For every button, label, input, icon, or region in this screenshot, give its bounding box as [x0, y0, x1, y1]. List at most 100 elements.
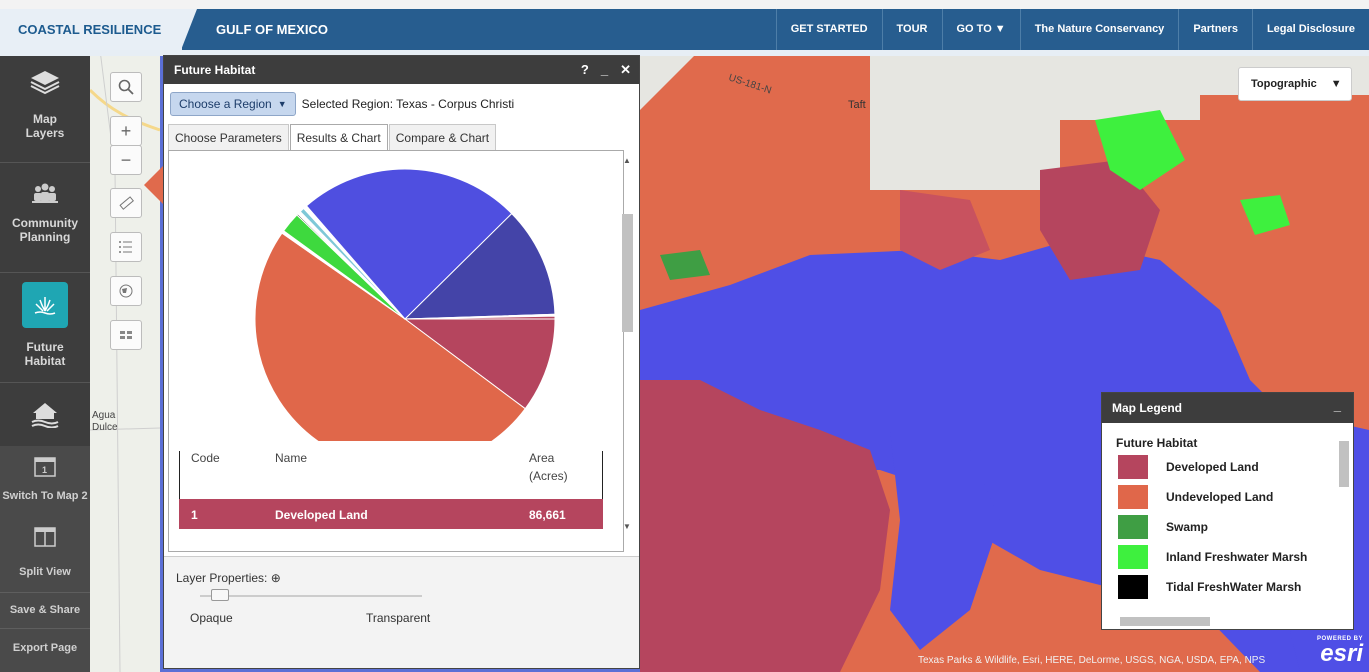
row-code: 1 — [191, 508, 198, 522]
scroll-down-icon[interactable]: ▼ — [623, 522, 631, 531]
tab-choose-parameters[interactable]: Choose Parameters — [168, 124, 289, 150]
legend-minimize-button[interactable]: _ — [1334, 391, 1341, 421]
legend-item: Inland Freshwater Marsh — [1118, 545, 1307, 569]
nav-get-started[interactable]: GET STARTED — [775, 9, 882, 50]
chevron-down-icon: ▼ — [277, 99, 287, 109]
legend-item: Undeveloped Land — [1118, 485, 1273, 509]
nav-partners[interactable]: Partners — [1178, 9, 1252, 50]
legend-item: Tidal FreshWater Marsh — [1118, 575, 1301, 599]
choose-region-dropdown[interactable]: Choose a Region ▼ — [170, 92, 296, 116]
zoom-out-button[interactable]: − — [110, 145, 142, 175]
region-selector: Choose a Region ▼ Selected Region: Texas… — [170, 92, 514, 116]
legend-horizontal-scrollbar[interactable] — [1106, 615, 1338, 627]
table-row[interactable]: 1 Developed Land 86,661 — [179, 499, 603, 529]
legend-item-label: Swamp — [1166, 520, 1209, 534]
save-share-button[interactable]: Save & Share — [0, 604, 90, 616]
map-place-label: Agua — [92, 410, 116, 421]
sidebar-divider — [0, 628, 90, 629]
basemap-select-label: Topographic — [1251, 78, 1317, 90]
sidebar-tool-label: Export Page — [12, 642, 78, 654]
sidebar-divider — [0, 272, 90, 273]
legend-hscroll-thumb[interactable] — [1120, 617, 1210, 626]
table-header-code: Code — [191, 451, 220, 465]
split-view-button[interactable]: Split View — [0, 526, 90, 578]
habitat-pie-chart — [254, 168, 556, 441]
sidebar-item-label: Layers — [25, 126, 65, 140]
table-header-name: Name — [275, 451, 308, 465]
sidebar-item-label: Planning — [19, 230, 71, 244]
house-flood-icon — [31, 403, 59, 428]
scroll-thumb[interactable] — [622, 214, 633, 332]
region-title[interactable]: GULF OF MEXICO — [216, 9, 328, 50]
sidebar-divider — [0, 162, 90, 163]
legend-scroll-thumb[interactable] — [1339, 441, 1349, 487]
table-header-area-unit: (Acres) — [529, 469, 568, 483]
esri-wordmark: esri — [1320, 640, 1363, 667]
panel-title: Future Habitat — [174, 63, 256, 77]
sidebar-tool-label: Split View — [19, 566, 71, 578]
search-map-button[interactable] — [110, 72, 142, 102]
sidebar-item-coastal-hazards[interactable] — [0, 400, 90, 428]
switch-to-map-2-button[interactable]: 1 Switch To Map 2 — [0, 456, 90, 502]
legend-item-label: Developed Land — [1166, 460, 1259, 474]
legend-swatch — [1118, 545, 1148, 569]
zoom-plus-icon[interactable]: ⊕ — [271, 571, 281, 585]
basemap-button[interactable] — [110, 276, 142, 306]
table-border — [602, 451, 603, 499]
globe-icon — [119, 284, 133, 298]
results-content[interactable]: Code Name Area (Acres) 1 Developed Land … — [168, 150, 624, 552]
minimize-button[interactable]: _ — [601, 56, 608, 84]
nav-legal-disclosure[interactable]: Legal Disclosure — [1251, 9, 1369, 50]
row-name: Developed Land — [275, 508, 368, 522]
legend-item-label: Tidal FreshWater Marsh — [1166, 580, 1302, 594]
panel-pointer — [144, 165, 164, 205]
sidebar-item-map-layers[interactable]: Map Layers — [0, 68, 90, 140]
map-place-label: Dulce — [92, 422, 118, 433]
choose-region-label: Choose a Region — [179, 97, 272, 111]
legend-header: Map Legend _ — [1102, 393, 1353, 423]
nav-nature-conservancy[interactable]: The Nature Conservancy — [1019, 9, 1179, 50]
sidebar-item-community-planning[interactable]: Community Planning — [0, 180, 90, 244]
results-scrollbar[interactable]: ▲ ▼ — [621, 156, 633, 534]
grid-view-button[interactable] — [110, 320, 142, 350]
table-border — [179, 451, 180, 499]
list-icon — [119, 241, 132, 253]
marsh-icon — [34, 297, 56, 315]
opacity-slider-track[interactable] — [200, 595, 422, 597]
nav-tour[interactable]: TOUR — [881, 9, 942, 50]
scroll-up-icon[interactable]: ▲ — [623, 156, 631, 165]
split-view-icon — [34, 527, 56, 547]
svg-text:1: 1 — [42, 465, 47, 475]
legend-section-title: Future Habitat — [1116, 436, 1198, 450]
sidebar-tool-label: Switch To Map 2 — [2, 490, 88, 502]
help-button[interactable]: ? — [581, 56, 589, 84]
tab-compare-chart[interactable]: Compare & Chart — [388, 124, 497, 150]
nav-go-to[interactable]: GO TO ▼ — [941, 9, 1020, 50]
tab-results-chart[interactable]: Results & Chart — [289, 124, 388, 150]
sidebar-item-label: Habitat — [24, 354, 66, 368]
layer-properties-label: Layer Properties: ⊕ — [176, 571, 281, 585]
export-page-button[interactable]: Export Page — [0, 642, 90, 654]
close-button[interactable]: ✕ — [620, 56, 631, 84]
left-sidebar: Map Layers Community Planning Future Hab… — [0, 50, 90, 672]
opacity-slider-handle[interactable] — [211, 589, 230, 601]
sidebar-divider — [0, 382, 90, 383]
plus-icon: + — [120, 120, 132, 141]
esri-logo[interactable]: POWERED BY esri — [1303, 636, 1363, 670]
sidebar-tool-label: Save & Share — [9, 604, 81, 616]
legend-vertical-scrollbar[interactable] — [1337, 429, 1351, 613]
future-habitat-panel: Future Habitat ? _ ✕ Choose a Region ▼ S… — [163, 55, 640, 669]
map-tool-strip: Agua Dulce + − — [90, 50, 164, 672]
marsh-icon-tile — [22, 282, 68, 328]
brand-title[interactable]: COASTAL RESILIENCE — [0, 9, 182, 50]
top-navigation-bar: COASTAL RESILIENCE GULF OF MEXICO GET ST… — [0, 0, 1369, 56]
sidebar-item-future-habitat[interactable]: Future Habitat — [0, 282, 90, 368]
ruler-icon — [119, 196, 134, 210]
zoom-in-button[interactable]: + — [110, 116, 142, 146]
basemap-select[interactable]: Topographic ▼ — [1238, 67, 1352, 101]
map-attribution: Texas Parks & Wildlife, Esri, HERE, DeLo… — [918, 655, 1266, 666]
legend-swatch — [1118, 455, 1148, 479]
legend-toggle-button[interactable] — [110, 232, 142, 262]
measure-button[interactable] — [110, 188, 142, 218]
panel-controls: ? _ ✕ — [581, 56, 631, 84]
